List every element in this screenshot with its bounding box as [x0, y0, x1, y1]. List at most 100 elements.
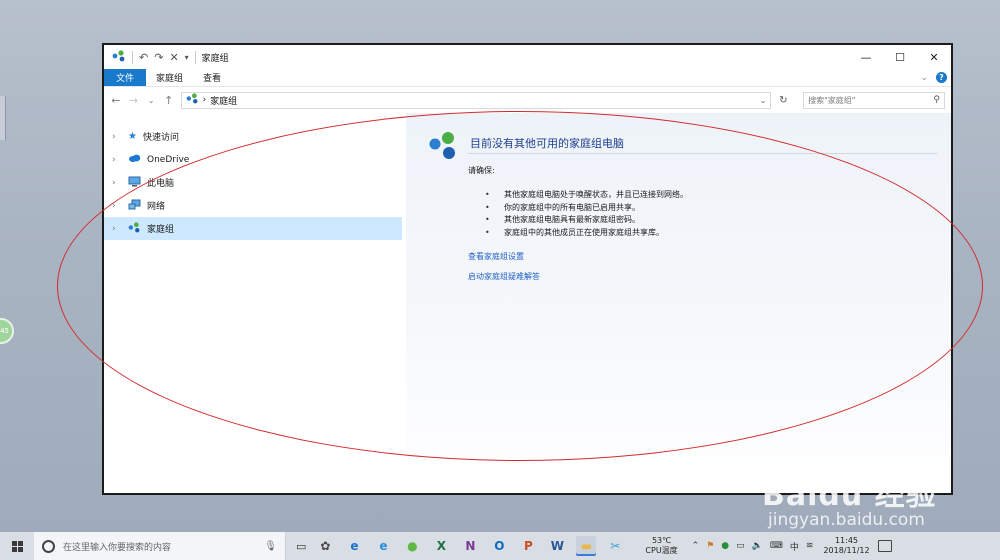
baidu-watermark: Baidu 经验 [762, 478, 937, 513]
taskbar: 在这里输入你要搜索的内容 🎙 ▭ ✿ e e ● X N O P W ▬ ✂ 53℃ CPU温度 ⌃… [0, 532, 1000, 560]
chevron-right-icon[interactable]: › [112, 201, 122, 211]
outlook-icon[interactable]: O [489, 536, 509, 556]
undo-icon[interactable]: ↶ [139, 51, 148, 64]
up-button[interactable]: ↑ [163, 94, 175, 107]
chevron-right-icon[interactable]: › [112, 178, 122, 188]
volume-icon[interactable]: 🔈 [752, 541, 763, 551]
breadcrumb-separator: › [202, 95, 207, 105]
expand-ribbon-icon[interactable]: ⌄ [920, 73, 928, 83]
search-input[interactable]: 搜索"家庭组" ⚲ [803, 91, 946, 109]
nav-item-network[interactable]: › 网络 [104, 194, 406, 217]
title-bar: ↶ ↷ ✕ ▾ 家庭组 — ☐ ✕ [104, 45, 951, 69]
tab-file[interactable]: 文件 [104, 69, 147, 86]
notification-center-icon[interactable] [877, 540, 892, 552]
list-item: 你的家庭组中的所有电脑已启用共享。 [485, 202, 951, 215]
taskbar-apps: ✿ e e ● X N O P W ▬ ✂ [315, 536, 625, 556]
floating-widget[interactable]: 45 [0, 318, 14, 344]
watermark-url: jingyan.baidu.com [768, 510, 925, 530]
toolbar-divider [194, 50, 196, 64]
homegroup-header: 目前没有其他可用的家庭组电脑 [428, 131, 951, 161]
address-bar: ← → ⌄ ↑ › 家庭组 ⌄ ↻ 搜索"家庭组" ⚲ [104, 87, 951, 113]
cpu-temperature: 53℃ CPU温度 [645, 536, 677, 556]
word-icon[interactable]: W [547, 536, 567, 556]
start-button[interactable] [0, 540, 34, 552]
tab-view[interactable]: 查看 [193, 69, 231, 86]
view-homegroup-settings-link[interactable]: 查看家庭组设置 [468, 251, 951, 262]
360-icon[interactable]: ● [402, 536, 422, 556]
nav-item-label: 网络 [147, 202, 166, 212]
forward-button[interactable]: → [128, 94, 140, 107]
clock[interactable]: 11:45 2018/11/12 [823, 536, 869, 556]
explorer-window: ↶ ↷ ✕ ▾ 家庭组 — ☐ ✕ 文件 家庭组 查看 ⌄ ? ← → ⌄ ↑ [102, 43, 953, 495]
delete-icon[interactable]: ✕ [169, 51, 178, 64]
minimize-button[interactable]: — [849, 45, 883, 69]
close-button[interactable]: ✕ [917, 45, 951, 69]
excel-icon[interactable]: X [431, 536, 451, 556]
wifi-icon[interactable]: ≋ [806, 541, 814, 551]
maximize-button[interactable]: ☐ [883, 45, 917, 69]
clock-date: 2018/11/12 [823, 546, 870, 555]
address-dropdown-icon[interactable]: ⌄ [760, 96, 767, 105]
desktop-edge-strip [0, 96, 6, 140]
snipping-icon[interactable]: ✂ [605, 536, 625, 556]
list-item: 其他家庭组电脑处于唤醒状态，并且已连接到网络。 [485, 189, 951, 202]
security-icon[interactable]: ● [721, 541, 729, 551]
nav-item-label: 此电脑 [147, 179, 175, 189]
homegroup-large-icon [428, 131, 460, 161]
homegroup-icon [128, 221, 141, 236]
chevron-right-icon[interactable]: › [112, 132, 122, 142]
nav-item-this-pc[interactable]: › 此电脑 [104, 171, 406, 194]
powerpoint-icon[interactable]: P [518, 536, 538, 556]
chevron-right-icon[interactable]: › [112, 224, 122, 234]
taskbar-search-box[interactable]: 在这里输入你要搜索的内容 🎙 [34, 532, 286, 560]
chevron-right-icon[interactable]: › [112, 155, 122, 165]
back-button[interactable]: ← [110, 94, 122, 107]
system-tray: ⌃ ⚑ ● ▭ 🔈 ⌨ 中 ≋ [692, 540, 814, 553]
cloud-icon [128, 154, 141, 165]
temperature-value: 53℃ [651, 536, 672, 545]
redo-icon[interactable]: ↷ [154, 51, 163, 64]
homegroup-troubleshooter-link[interactable]: 启动家庭组疑难解答 [468, 271, 951, 282]
task-view-icon[interactable]: ▭ [296, 540, 306, 553]
window-title: 家庭组 [201, 53, 229, 64]
homegroup-location-icon [186, 93, 199, 107]
microphone-icon[interactable]: 🎙 [264, 541, 277, 552]
onenote-icon[interactable]: N [460, 536, 480, 556]
ie-icon[interactable]: e [373, 536, 393, 556]
nav-item-label: OneDrive [147, 154, 190, 165]
homegroup-panel: 目前没有其他可用的家庭组电脑 请确保: 其他家庭组电脑处于唤醒状态，并且已连接到… [406, 113, 951, 493]
windows-logo-icon [11, 540, 23, 552]
search-icon: ⚲ [933, 95, 941, 105]
ime-indicator[interactable]: 中 [790, 540, 799, 553]
nav-item-onedrive[interactable]: › OneDrive [104, 148, 406, 171]
help-icon[interactable]: ? [936, 72, 947, 83]
customize-toolbar-icon[interactable]: ▾ [185, 53, 189, 62]
keyboard-icon[interactable]: ⌨ [770, 541, 783, 551]
list-item: 其他家庭组电脑具有最新家庭组密码。 [485, 214, 951, 227]
nav-item-homegroup[interactable]: › 家庭组 [104, 217, 402, 240]
toolbar-divider [132, 50, 133, 64]
star-icon: ★ [128, 131, 137, 142]
address-field[interactable]: › 家庭组 ⌄ [180, 91, 772, 109]
recent-locations-icon[interactable]: ⌄ [145, 96, 157, 105]
navigation-pane: › ★ 快速访问 › OneDrive › 此电脑 › 网络 › 家庭组 [104, 113, 406, 493]
quick-access-toolbar: ↶ ↷ ✕ ▾ [112, 49, 196, 65]
chevron-up-icon[interactable]: ⌃ [692, 541, 700, 551]
checklist: 其他家庭组电脑处于唤醒状态，并且已连接到网络。 你的家庭组中的所有电脑已启用共享… [485, 189, 951, 239]
temperature-label: CPU温度 [645, 546, 678, 555]
refresh-button[interactable]: ↻ [777, 95, 789, 106]
flag-icon[interactable]: ⚑ [706, 541, 714, 551]
tab-homegroup[interactable]: 家庭组 [146, 69, 193, 86]
cortana-icon [42, 539, 55, 553]
fan-icon[interactable]: ✿ [315, 536, 335, 556]
nav-item-label: 家庭组 [147, 225, 175, 235]
explorer-icon[interactable]: ▬ [576, 536, 597, 556]
computer-icon [128, 176, 141, 190]
taskbar-search-placeholder: 在这里输入你要搜索的内容 [63, 542, 172, 553]
homegroup-small-icon [112, 49, 126, 65]
heading-divider [468, 153, 937, 154]
nav-item-quick-access[interactable]: › ★ 快速访问 [104, 125, 406, 148]
edge-icon[interactable]: e [344, 536, 364, 556]
breadcrumb-homegroup[interactable]: 家庭组 [210, 94, 237, 107]
battery-icon[interactable]: ▭ [736, 541, 745, 551]
